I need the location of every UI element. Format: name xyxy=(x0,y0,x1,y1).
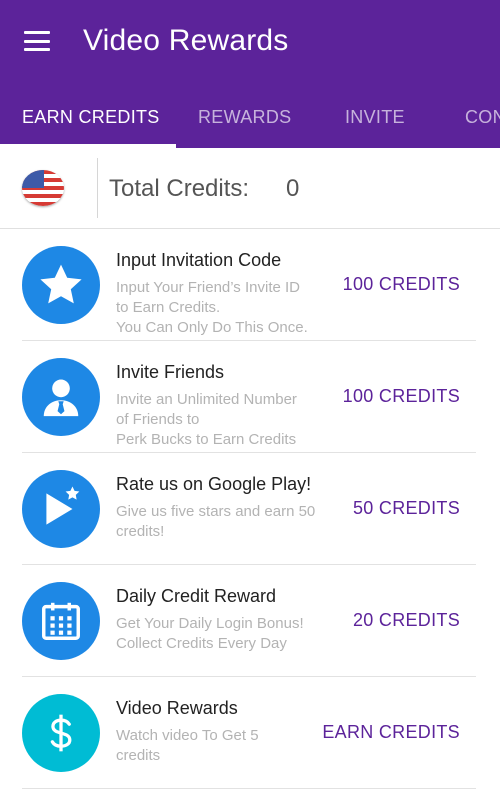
total-credits-label: Total Credits: xyxy=(109,175,250,202)
offer-row-video-rewards[interactable]: Video Rewards Watch video To Get 5 credi… xyxy=(0,677,500,789)
tab-rewards[interactable]: REWARDS xyxy=(198,86,291,148)
play-star-icon xyxy=(22,470,100,548)
divider xyxy=(97,158,98,218)
offer-description: Give us five stars and earn 50 credits! xyxy=(116,503,316,540)
offer-list: Input Invitation Code Input Your Friend’… xyxy=(0,229,500,789)
app-title: Video Rewards xyxy=(83,24,289,57)
us-flag-icon[interactable] xyxy=(22,170,64,206)
offer-title: Invite Friends xyxy=(116,362,225,382)
earn-credits-button[interactable]: EARN CREDITS xyxy=(322,722,460,743)
row-divider xyxy=(22,788,476,789)
calendar-icon xyxy=(22,582,100,660)
dollar-icon xyxy=(22,694,100,772)
tab-bar: EARN CREDITS REWARDS INVITE CON xyxy=(0,86,500,148)
offer-description: Get Your Daily Login Bonus! Collect Cred… xyxy=(116,615,304,652)
app-bar: Video Rewards EARN CREDITS REWARDS INVIT… xyxy=(0,0,500,148)
toolbar: Video Rewards xyxy=(0,0,500,86)
offer-row-rate-app[interactable]: Rate us on Google Play! Give us five sta… xyxy=(0,453,500,565)
offer-title: Video Rewards xyxy=(116,698,238,718)
tab-con[interactable]: CON xyxy=(465,86,500,148)
star-icon xyxy=(22,246,100,324)
offer-row-invite-friends[interactable]: Invite Friends Invite an Unlimited Numbe… xyxy=(0,341,500,453)
offer-title: Rate us on Google Play! xyxy=(116,474,312,494)
tab-invite[interactable]: INVITE xyxy=(345,86,405,148)
tab-earn-credits[interactable]: EARN CREDITS xyxy=(22,86,160,148)
offer-description: Invite an Unlimited Number of Friends to… xyxy=(116,391,297,448)
offer-credits-button[interactable]: 100 CREDITS xyxy=(343,386,460,407)
offer-row-invitation-code[interactable]: Input Invitation Code Input Your Friend’… xyxy=(0,229,500,341)
offer-row-daily-reward[interactable]: Daily Credit Reward Get Your Daily Login… xyxy=(0,565,500,677)
offer-credits-button[interactable]: 20 CREDITS xyxy=(353,610,460,631)
total-credits-value: 0 xyxy=(286,175,300,202)
offer-title: Input Invitation Code xyxy=(116,250,282,270)
offer-description: Input Your Friend’s Invite ID to Earn Cr… xyxy=(116,279,308,336)
offer-title: Daily Credit Reward xyxy=(116,586,277,606)
total-credits-bar: Total Credits: 0 xyxy=(0,148,500,229)
offer-description: Watch video To Get 5 credits xyxy=(116,727,259,764)
offer-credits-button[interactable]: 100 CREDITS xyxy=(343,274,460,295)
hamburger-menu-icon[interactable] xyxy=(22,28,52,54)
person-icon xyxy=(22,358,100,436)
offer-credits-button[interactable]: 50 CREDITS xyxy=(353,498,460,519)
